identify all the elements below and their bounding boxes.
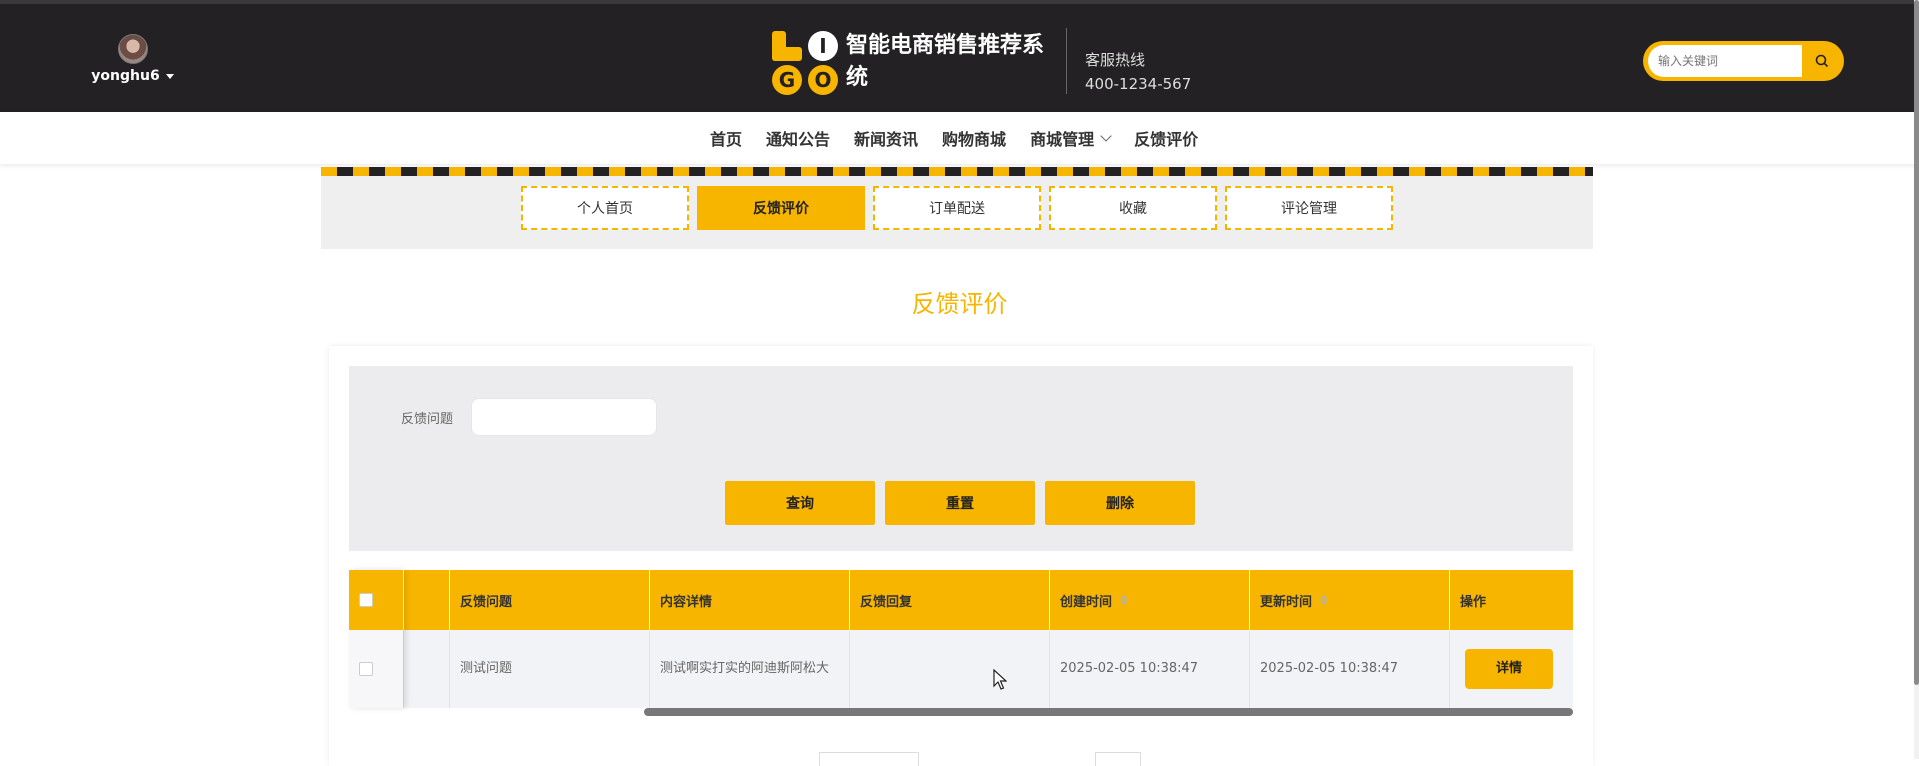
hotline-number: 400-1234-567 [1085, 75, 1192, 93]
nav-item-shop[interactable]: 购物商城 [942, 126, 1006, 150]
logo-letter-g: G [772, 65, 802, 95]
table-header: 反馈问题 内容详情 反馈回复 创建时间 更新时间 操作 [349, 570, 1573, 630]
header-created[interactable]: 创建时间 [1050, 570, 1250, 630]
chevron-down-icon [1100, 130, 1112, 142]
nav-item-news[interactable]: 新闻资讯 [854, 126, 918, 150]
nav-label: 新闻资讯 [854, 130, 919, 149]
header-select-cell [349, 570, 404, 630]
search-input[interactable] [1648, 45, 1802, 77]
caret-down-icon[interactable] [165, 73, 174, 79]
content-card: 反馈问题 查询 重置 删除 反馈问题 内容详情 反馈回复 创建时间 更新时间 操… [329, 346, 1593, 766]
nav-label: 商城管理 [1030, 130, 1095, 149]
row-index-cell [404, 630, 450, 708]
row-checkbox[interactable] [359, 662, 373, 676]
header-updated[interactable]: 更新时间 [1250, 570, 1450, 630]
nav-item-notices[interactable]: 通知公告 [766, 126, 830, 150]
query-button[interactable]: 查询 [725, 481, 875, 525]
delete-button[interactable]: 删除 [1045, 481, 1195, 525]
header-created-label: 创建时间 [1060, 594, 1113, 610]
user-menu[interactable]: yonghu6 [90, 34, 175, 84]
tab-feedback[interactable]: 反馈评价 [697, 186, 865, 230]
main-nav: 首页 通知公告 新闻资讯 购物商城 商城管理 反馈评价 [0, 112, 1919, 164]
avatar[interactable] [117, 34, 148, 64]
hotline: 客服热线 400-1234-567 [1085, 48, 1191, 96]
cell-content: 测试啊实打实的阿迪斯阿松大 [650, 630, 850, 708]
sort-icon[interactable] [1320, 595, 1329, 605]
site-title: 智能电商销售推荐系统 [846, 33, 1045, 90]
filter-label: 反馈问题 [401, 412, 454, 427]
header-divider [1066, 28, 1067, 94]
page-title: 反馈评价 [911, 290, 1008, 318]
search-button[interactable] [1805, 45, 1839, 77]
site-logo: I G O [772, 31, 840, 95]
nav-item-mall-management[interactable]: 商城管理 [1030, 126, 1112, 150]
cell-action: 详情 [1450, 630, 1573, 708]
tab-personal-home[interactable]: 个人首页 [521, 186, 689, 230]
tab-favorites[interactable]: 收藏 [1049, 186, 1217, 230]
reset-button[interactable]: 重置 [885, 481, 1035, 525]
nav-label: 首页 [710, 130, 743, 149]
subtab-panel: 个人首页 反馈评价 订单配送 收藏 评论管理 [321, 176, 1593, 249]
logo-letter-o: O [808, 65, 838, 95]
tab-order-delivery[interactable]: 订单配送 [873, 186, 1041, 230]
horizontal-scrollbar[interactable] [644, 708, 1573, 716]
table-row: 测试问题 测试啊实打实的阿迪斯阿松大 2025-02-05 10:38:47 2… [349, 630, 1573, 708]
cell-created: 2025-02-05 10:38:47 [1050, 630, 1250, 708]
select-all-checkbox[interactable] [359, 593, 373, 607]
nav-item-feedback[interactable]: 反馈评价 [1134, 126, 1198, 150]
logo-block-l-base [772, 47, 802, 61]
header-issue: 反馈问题 [450, 570, 650, 630]
decorative-stripe [321, 167, 1593, 176]
nav-label: 反馈评价 [1134, 130, 1199, 149]
sort-icon[interactable] [1120, 595, 1129, 605]
cell-issue: 测试问题 [450, 630, 650, 708]
mouse-cursor-icon [993, 669, 1007, 690]
feedback-issue-input[interactable] [471, 398, 657, 436]
header-index-cell [404, 570, 450, 630]
nav-label: 购物商城 [942, 130, 1007, 149]
row-select-cell [349, 630, 404, 708]
nav-item-home[interactable]: 首页 [710, 126, 742, 150]
header-updated-label: 更新时间 [1260, 594, 1313, 610]
vertical-scrollbar-thumb[interactable] [1914, 0, 1919, 685]
cell-updated: 2025-02-05 10:38:47 [1250, 630, 1450, 708]
search-icon [1815, 54, 1829, 68]
pagination-size-select[interactable] [819, 752, 919, 766]
header-action: 操作 [1460, 594, 1487, 610]
detail-button[interactable]: 详情 [1465, 649, 1553, 689]
top-header: yonghu6 I G O 智能电商销售推荐系统 客服热线 400-1234-5… [0, 0, 1919, 112]
nav-label: 通知公告 [766, 130, 831, 149]
pagination-jump-input[interactable] [1095, 752, 1141, 766]
hotline-label: 客服热线 [1085, 51, 1146, 69]
search-box [1643, 41, 1844, 81]
username[interactable]: yonghu6 [91, 68, 159, 84]
header-reply: 反馈回复 [850, 570, 1050, 630]
header-content: 内容详情 [650, 570, 850, 630]
cell-reply [850, 630, 1050, 708]
filter-panel: 反馈问题 查询 重置 删除 [349, 366, 1573, 551]
tab-comment-management[interactable]: 评论管理 [1225, 186, 1393, 230]
logo-letter-i: I [808, 31, 838, 61]
